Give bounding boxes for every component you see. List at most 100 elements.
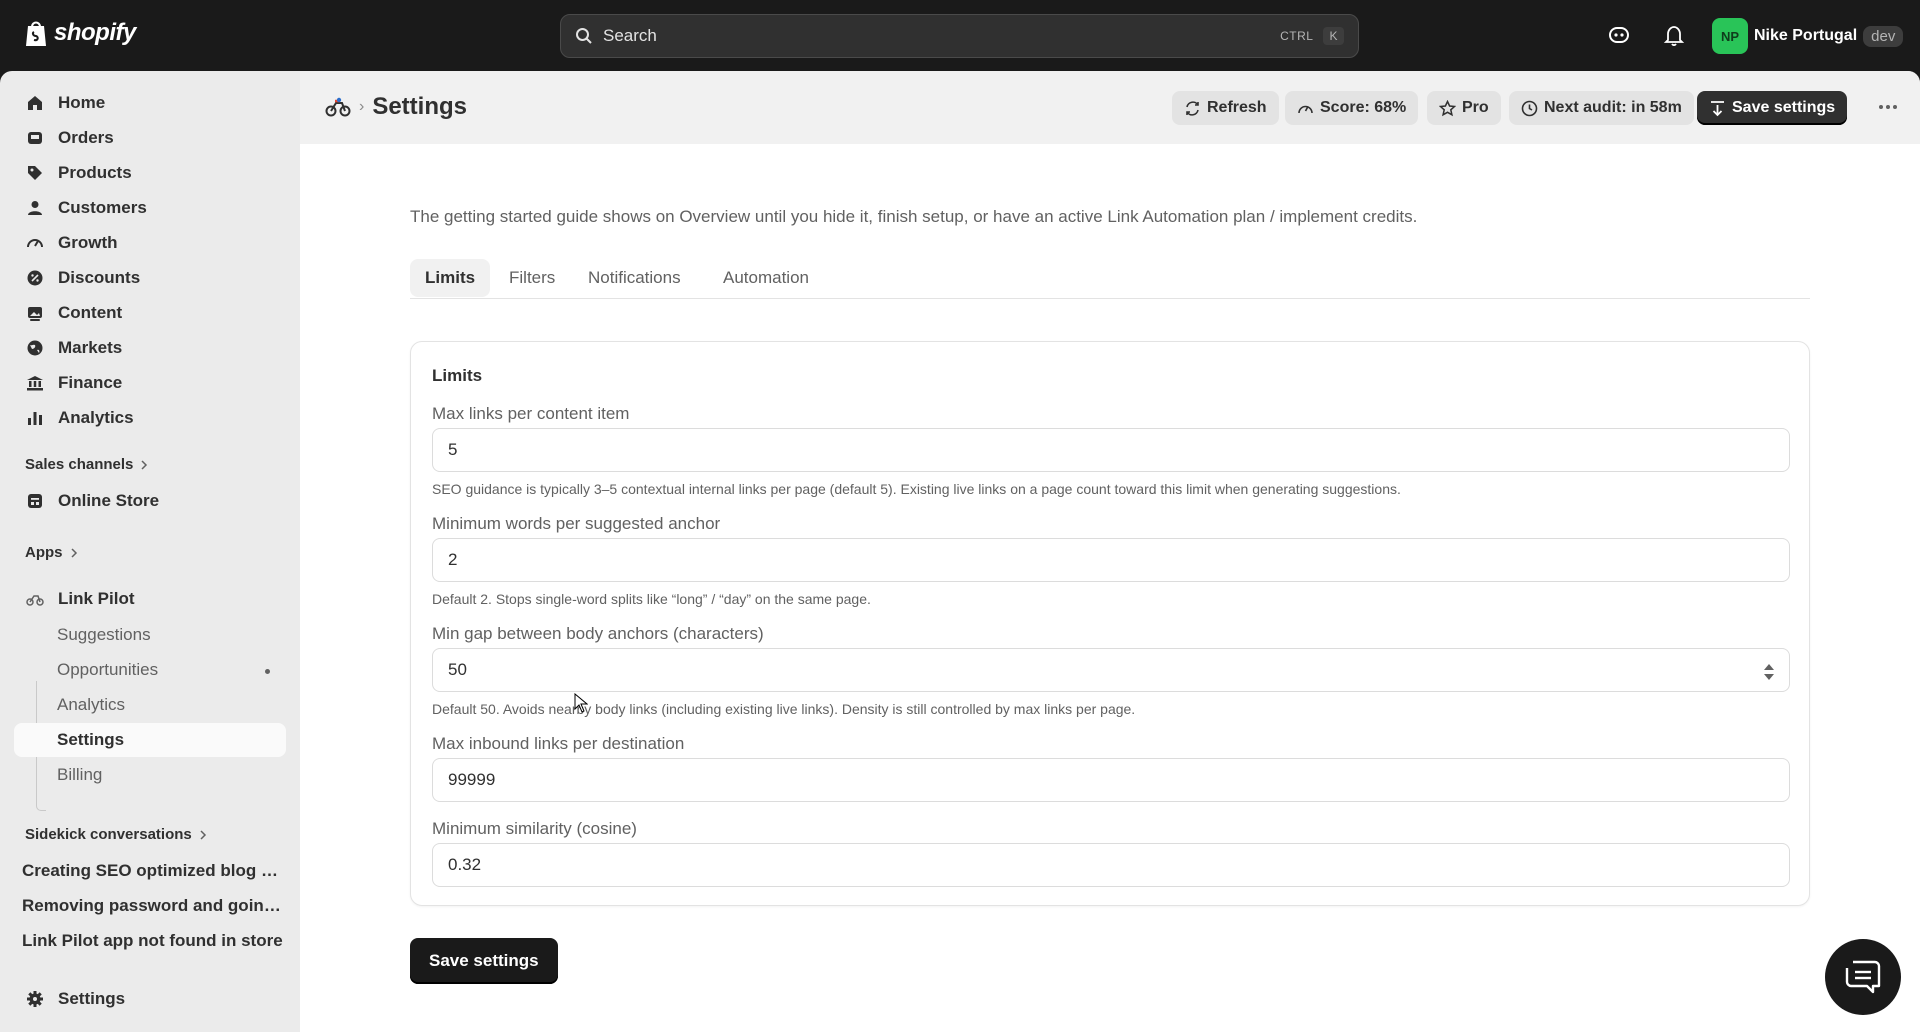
sidebar-item-orders[interactable]: Orders bbox=[14, 121, 286, 155]
pro-label: Pro bbox=[1462, 99, 1489, 116]
store-name: Nike Portugal bbox=[1754, 27, 1858, 44]
max-inbound-label: Max inbound links per destination bbox=[432, 734, 685, 753]
max-links-input[interactable]: 5 bbox=[432, 428, 1790, 472]
sidebar-item-link-pilot[interactable]: Link Pilot bbox=[14, 582, 286, 616]
min-gap-input[interactable]: 50 bbox=[432, 648, 1790, 692]
page-header: › Settings Refresh Score: 68% Pro Next a… bbox=[300, 71, 1920, 144]
sidebar-item-online-store[interactable]: Online Store bbox=[14, 484, 286, 518]
sidebar-item-finance[interactable]: Finance bbox=[14, 366, 286, 400]
min-similarity-input[interactable]: 0.32 bbox=[432, 843, 1790, 887]
env-badge: dev bbox=[1863, 25, 1904, 47]
next-audit-label: Next audit: in 58m bbox=[1544, 99, 1682, 116]
score-label: Score: 68% bbox=[1320, 99, 1407, 116]
sidebar-item-label: Online Store bbox=[58, 491, 160, 510]
intro-text: The getting started guide shows on Overv… bbox=[410, 207, 1418, 226]
tag-icon bbox=[28, 166, 42, 180]
pro-button[interactable]: Pro bbox=[1427, 91, 1501, 125]
max-links-help: SEO guidance is typically 3–5 contextual… bbox=[432, 481, 1401, 497]
chevron-right-icon bbox=[141, 459, 148, 470]
sidekick-label: Sidekick conversations bbox=[25, 826, 192, 843]
sidebar-item-customers[interactable]: Customers bbox=[14, 191, 286, 225]
search-icon bbox=[576, 28, 592, 44]
save-settings-header-button[interactable]: Save settings bbox=[1697, 91, 1848, 125]
globe-icon bbox=[27, 340, 43, 356]
sidebar: Home Orders Products Customers Growth Di… bbox=[0, 71, 300, 1032]
limits-card: Limits Max links per content item 5 SEO … bbox=[410, 341, 1810, 906]
mouse-cursor bbox=[574, 693, 588, 713]
store-icon bbox=[28, 494, 42, 508]
sidebar-item-markets[interactable]: Markets bbox=[14, 331, 286, 365]
tab-notifications[interactable]: Notifications bbox=[573, 259, 696, 297]
refresh-icon bbox=[1186, 100, 1199, 116]
max-inbound-input[interactable]: 99999 bbox=[432, 758, 1790, 802]
sidebar-item-label: Analytics bbox=[58, 408, 134, 427]
ellipsis-icon bbox=[1879, 105, 1883, 109]
chat-icon bbox=[1845, 960, 1881, 994]
sidebar-subitem-settings[interactable]: Settings bbox=[14, 723, 286, 757]
sidekick-icon bbox=[1609, 27, 1629, 43]
sidebar-item-label: Link Pilot bbox=[58, 589, 135, 608]
chevron-right-icon bbox=[200, 829, 206, 840]
avatar: NP bbox=[1712, 18, 1748, 54]
sidebar-section-sales-channels[interactable]: Sales channels bbox=[25, 456, 149, 473]
home-icon bbox=[28, 96, 42, 110]
sidebar-item-analytics[interactable]: Analytics bbox=[14, 401, 286, 435]
search-input[interactable]: Search CTRL K bbox=[560, 14, 1359, 58]
gauge-icon bbox=[27, 239, 43, 248]
image-icon bbox=[28, 307, 42, 321]
sidekick-conversation[interactable]: Link Pilot app not found in store bbox=[22, 931, 284, 951]
bank-icon bbox=[27, 376, 43, 391]
sidebar-subitem-analytics[interactable]: Analytics bbox=[14, 688, 286, 722]
breadcrumb: › Settings bbox=[325, 93, 467, 121]
min-gap-value: 50 bbox=[448, 660, 467, 679]
gear-icon bbox=[27, 991, 43, 1007]
link-pilot-app-icon bbox=[26, 595, 44, 606]
shortcut-ctrl: CTRL bbox=[1280, 29, 1314, 43]
sidebar-subitem-billing[interactable]: Billing bbox=[14, 758, 286, 792]
inbox-icon bbox=[28, 132, 42, 144]
sidebar-item-settings[interactable]: Settings bbox=[14, 982, 286, 1016]
tab-limits[interactable]: Limits bbox=[410, 259, 491, 297]
ellipsis-icon bbox=[1893, 105, 1897, 109]
sidebar-item-home[interactable]: Home bbox=[14, 86, 286, 120]
refresh-button[interactable]: Refresh bbox=[1172, 91, 1279, 125]
ellipsis-icon bbox=[1886, 105, 1890, 109]
more-actions-button[interactable] bbox=[1876, 97, 1900, 117]
next-audit-button[interactable]: Next audit: in 58m bbox=[1509, 91, 1694, 125]
notifications-button[interactable] bbox=[1663, 24, 1685, 46]
sidebar-item-discounts[interactable]: Discounts bbox=[14, 261, 286, 295]
person-icon bbox=[28, 201, 42, 215]
link-pilot-logo-icon[interactable] bbox=[325, 96, 351, 118]
clock-icon bbox=[1521, 100, 1538, 116]
sidebar-item-label: Content bbox=[58, 303, 123, 322]
min-gap-help: Default 50. Avoids nearby body links (in… bbox=[432, 701, 1136, 717]
min-words-input[interactable]: 2 bbox=[432, 538, 1790, 582]
sidebar-section-apps[interactable]: Apps bbox=[25, 544, 79, 561]
shortcut-k: K bbox=[1323, 27, 1344, 45]
user-menu[interactable]: NP Nike Portugal dev bbox=[1712, 18, 1904, 54]
sidebar-item-label: Growth bbox=[58, 233, 118, 252]
apps-label: Apps bbox=[25, 544, 63, 561]
refresh-label: Refresh bbox=[1207, 99, 1267, 116]
shopify-logo[interactable]: shopify bbox=[24, 19, 136, 47]
score-button[interactable]: Score: 68% bbox=[1285, 91, 1419, 125]
sidekick-conversation[interactable]: Removing password and going... bbox=[22, 896, 284, 916]
sidebar-item-label: Products bbox=[58, 163, 132, 182]
sidebar-subitem-suggestions[interactable]: Suggestions bbox=[14, 618, 286, 652]
sidebar-section-sidekick[interactable]: Sidekick conversations bbox=[25, 826, 208, 843]
sidekick-button[interactable] bbox=[1608, 24, 1630, 46]
sidebar-item-growth[interactable]: Growth bbox=[14, 226, 286, 260]
stepper-icon[interactable] bbox=[1763, 661, 1775, 683]
tab-automation[interactable]: Automation bbox=[708, 259, 824, 297]
sidekick-conversation[interactable]: Creating SEO optimized blog p... bbox=[22, 861, 284, 881]
chat-button[interactable] bbox=[1825, 939, 1901, 1015]
breadcrumb-separator: › bbox=[359, 98, 365, 115]
tab-filters[interactable]: Filters bbox=[494, 259, 570, 297]
sidebar-item-content[interactable]: Content bbox=[14, 296, 286, 330]
sidebar-item-products[interactable]: Products bbox=[14, 156, 286, 190]
sidebar-subitem-opportunities[interactable]: Opportunities bbox=[14, 653, 286, 687]
top-bar: shopify Search CTRL K NP Nike Portugal d… bbox=[0, 0, 1920, 71]
card-title: Limits bbox=[432, 366, 483, 385]
sidebar-item-label: Finance bbox=[58, 373, 123, 392]
save-settings-button[interactable]: Save settings bbox=[410, 938, 558, 984]
